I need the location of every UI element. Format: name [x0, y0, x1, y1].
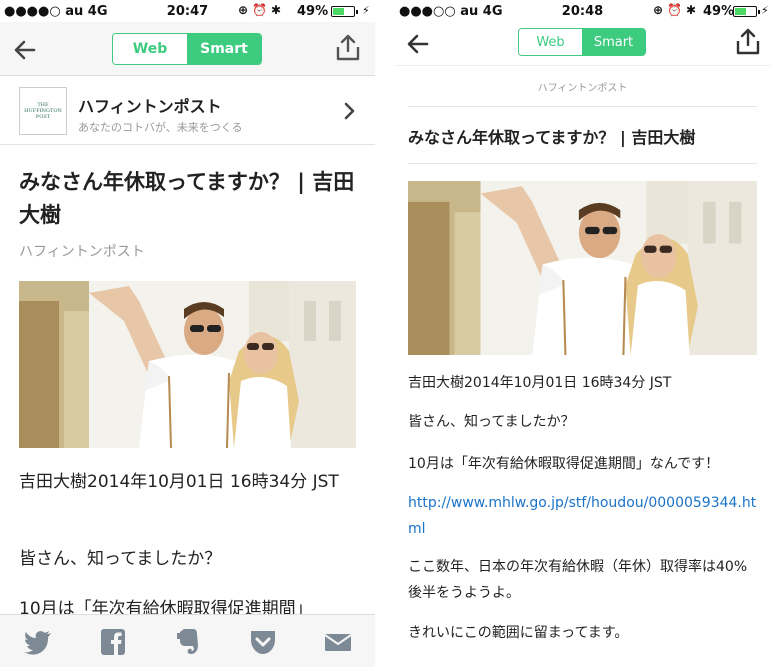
article-title: みなさん年休取ってますか？ | 吉田大樹: [19, 170, 355, 227]
chevron-right-icon: [344, 102, 355, 120]
article-photo: [408, 181, 757, 355]
battery-percent: 49%: [703, 4, 735, 19]
scroll-fade: [395, 657, 770, 667]
facebook-icon[interactable]: [99, 629, 127, 655]
right-screen: ●●●○○ au 4G 20:48 ⊕⏰✱ 49% ⚡ Web Smart ハフ…: [395, 0, 770, 667]
pocket-icon[interactable]: [249, 629, 277, 655]
divider: [408, 106, 757, 107]
article-byline: 吉田大樹2014年10月01日 16時34分 JST: [19, 472, 339, 492]
battery-icon: [733, 6, 760, 17]
share-toolbar: [0, 614, 375, 667]
smart-tab[interactable]: Smart: [187, 34, 261, 64]
view-mode-toggle: Web Smart: [112, 33, 262, 65]
article-photo: [19, 281, 356, 448]
status-icons: ⊕⏰✱: [238, 3, 286, 17]
huffington-logo: THE HUFFINGTON POST: [19, 87, 67, 135]
article-source: ハフィントンポスト: [537, 83, 628, 94]
back-arrow-icon[interactable]: [12, 37, 38, 63]
article-byline: 吉田大樹2014年10月01日 16時34分 JST: [408, 375, 672, 391]
source-name: ハフィントンポスト: [78, 97, 222, 116]
web-tab[interactable]: Web: [519, 29, 582, 55]
source-row[interactable]: THE HUFFINGTON POST ハフィントンポスト あなたのコトバが、未来を…: [0, 77, 375, 145]
article-link-block: http://www.mhlw.go.jp/stf/houdou/0000059…: [408, 490, 758, 542]
share-icon[interactable]: [735, 28, 761, 56]
charging-icon: ⚡: [761, 4, 769, 17]
left-screen: ●●●●○ au 4G 20:47 ⊕⏰✱ 49% ⚡ Web Smart TH…: [0, 0, 375, 667]
article-paragraph: ここ数年、日本の年次有給休暇（年休）取得率は40%後半をうようよ。: [408, 559, 748, 601]
nav-bar: Web Smart: [395, 22, 770, 66]
article-paragraph: 10月は「年次有給休暇取得促進期間」なんです！: [408, 456, 720, 472]
status-icons: ⊕⏰✱: [653, 3, 701, 17]
share-icon[interactable]: [335, 34, 361, 62]
view-mode-toggle: Web Smart: [518, 28, 646, 56]
article-paragraph: きれいにこの範囲に留まってます。: [408, 625, 629, 641]
nav-bar: Web Smart: [0, 22, 375, 76]
battery-percent: 49%: [297, 4, 329, 19]
status-bar: ●●●○○ au 4G 20:48 ⊕⏰✱ 49% ⚡: [395, 0, 770, 22]
charging-icon: ⚡: [362, 4, 370, 17]
evernote-icon[interactable]: [174, 629, 202, 655]
status-bar: ●●●●○ au 4G 20:47 ⊕⏰✱ 49% ⚡: [0, 0, 375, 22]
twitter-icon[interactable]: [24, 629, 52, 655]
battery-icon: [331, 6, 358, 17]
article-paragraph: 皆さん、知ってましたか？: [19, 549, 222, 569]
back-arrow-icon[interactable]: [405, 31, 431, 57]
smart-tab[interactable]: Smart: [582, 29, 645, 55]
article-title: みなさん年休取ってますか？ | 吉田大樹: [408, 128, 696, 147]
divider: [375, 0, 395, 667]
source-tagline: あなたのコトバが、未来をつくる: [78, 121, 243, 134]
article-link[interactable]: http://www.mhlw.go.jp/stf/houdou/0000059…: [408, 495, 756, 537]
article-source: ハフィントンポスト: [19, 244, 145, 260]
divider: [408, 163, 757, 164]
mail-icon[interactable]: [324, 629, 352, 655]
article-paragraph: 皆さん、知ってましたか？: [408, 414, 575, 430]
web-tab[interactable]: Web: [113, 34, 187, 64]
